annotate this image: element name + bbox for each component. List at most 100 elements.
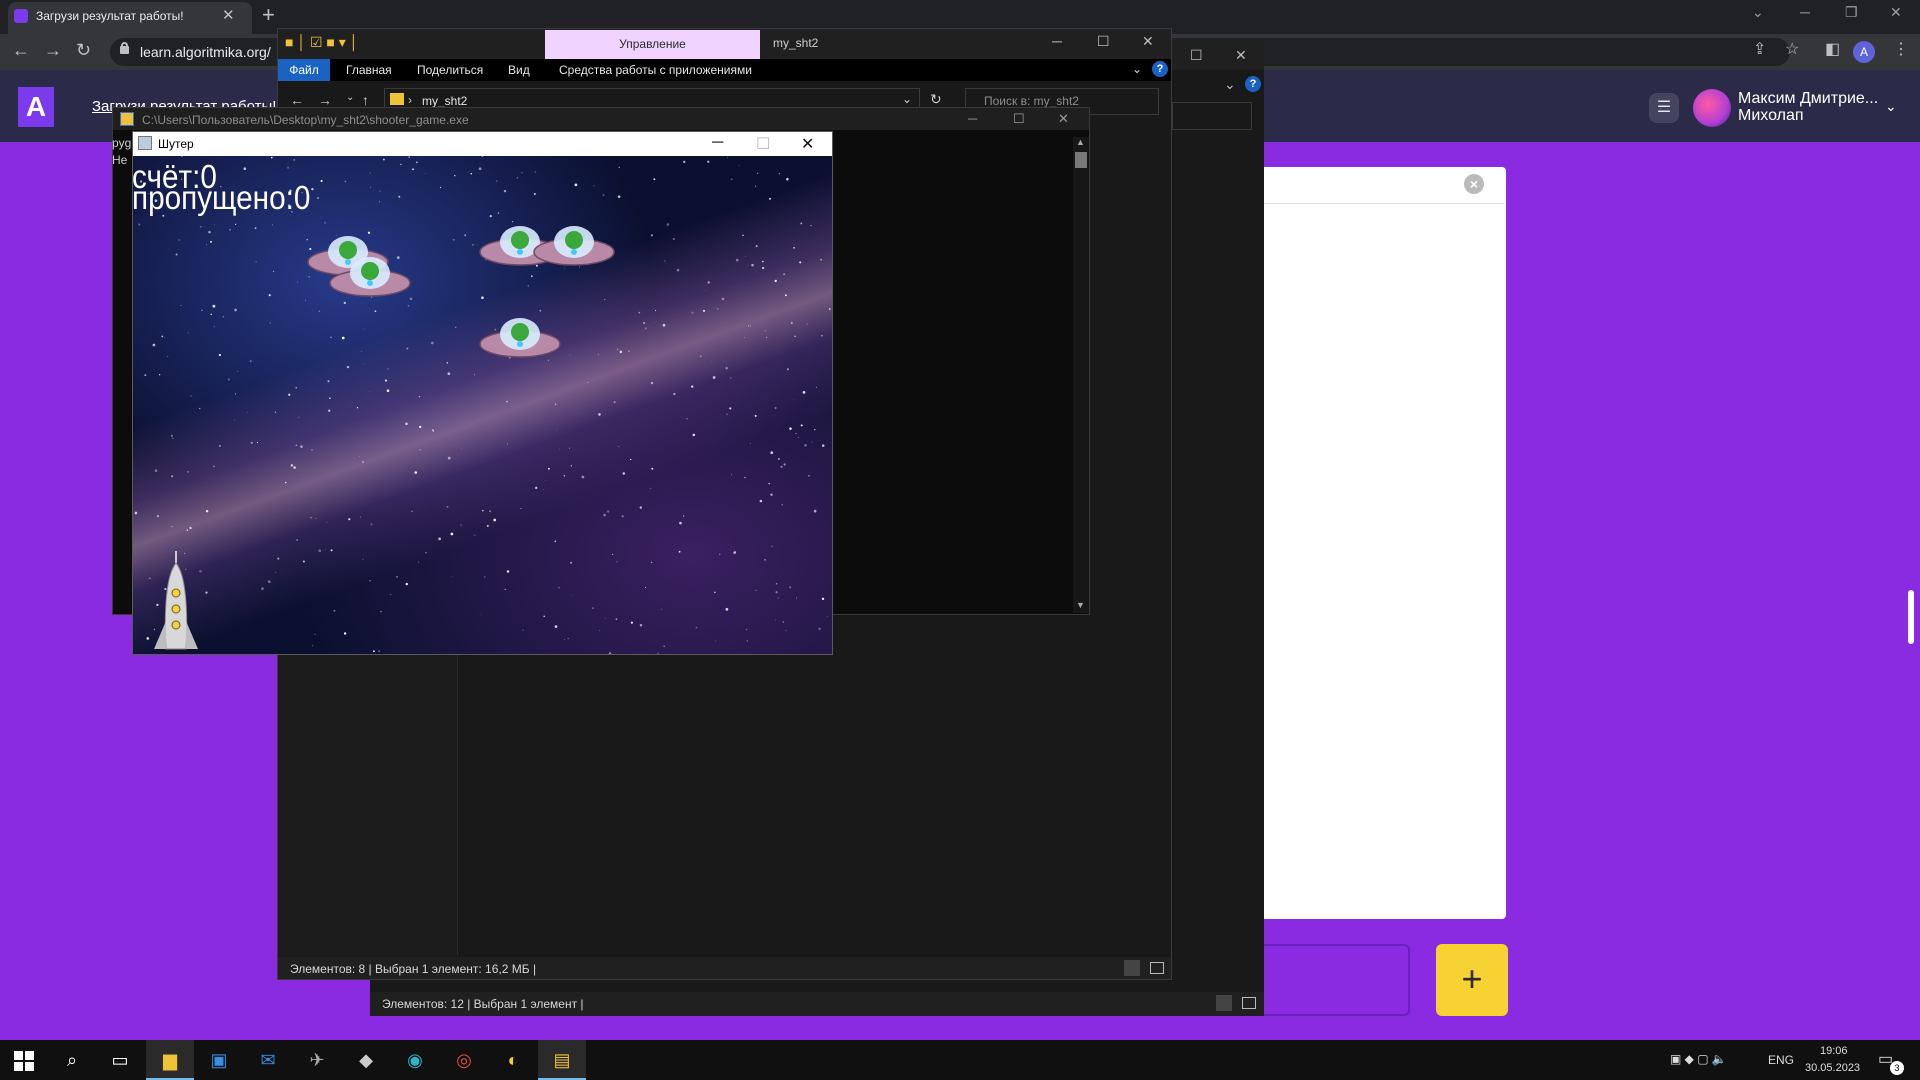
game-minimize-button[interactable]: ─ — [712, 134, 723, 152]
notification-count: 3 — [1890, 1061, 1904, 1075]
scroll-up-icon[interactable]: ▲ — [1076, 137, 1085, 147]
forward-arrow-icon[interactable]: → — [318, 92, 332, 108]
help-icon[interactable]: ? — [1152, 61, 1168, 77]
app-icon[interactable]: ◐ — [489, 1040, 537, 1080]
chevron-down-icon[interactable]: ⌄ — [1132, 62, 1142, 76]
avatar[interactable] — [1693, 89, 1731, 127]
close-icon[interactable]: × — [1464, 174, 1484, 194]
game-canvas[interactable] — [133, 156, 832, 654]
chevron-down-icon[interactable]: ⌄ — [1224, 76, 1236, 93]
user-last-name[interactable]: Михолап — [1738, 107, 1804, 125]
tab-manage[interactable]: Управление — [545, 30, 760, 59]
lock-icon-body — [120, 46, 129, 54]
search-icon[interactable]: ⌕ — [48, 1040, 96, 1080]
new-tab-button[interactable]: + — [262, 4, 275, 26]
refresh-icon[interactable]: ↻ — [930, 91, 942, 108]
console-output-line: pyg — [112, 136, 132, 150]
game-maximize-button: ☐ — [756, 136, 771, 153]
back-button[interactable]: ← — [12, 41, 30, 59]
breadcrumb[interactable]: my_sht2 — [422, 94, 467, 108]
tiles-view-icon[interactable] — [1242, 997, 1256, 1009]
edge-icon[interactable]: ◉ — [391, 1040, 439, 1080]
explorer-back-close-button[interactable]: ✕ — [1235, 47, 1247, 64]
side-panel-icon[interactable]: ◧ — [1825, 42, 1840, 58]
ribbon-tab-share[interactable]: Поделиться — [417, 63, 483, 77]
explorer-status-text: Элементов: 8 | Выбран 1 элемент: 16,2 МБ… — [290, 962, 537, 976]
forward-button[interactable]: → — [44, 41, 62, 59]
share-icon[interactable]: ⇪ — [1753, 42, 1766, 58]
details-view-icon[interactable] — [1124, 960, 1140, 976]
explorer-back-maximize-button[interactable]: ☐ — [1190, 47, 1203, 64]
pygame-icon — [138, 136, 152, 150]
console-scroll-thumb[interactable] — [1075, 152, 1087, 168]
explorer-maximize-button[interactable]: ☐ — [1097, 33, 1110, 50]
recent-locations-icon[interactable]: ⌄ — [346, 92, 354, 103]
game-sprites — [154, 226, 615, 650]
ribbon-tab-file[interactable]: Файл — [278, 59, 330, 81]
folder-icon — [390, 93, 404, 105]
task-view-icon[interactable]: ▭ — [96, 1040, 144, 1080]
browser-close-button[interactable]: ✕ — [1890, 4, 1902, 21]
search-placeholder: Поиск в: my_sht2 — [984, 94, 1079, 108]
explorer-back-search[interactable] — [1172, 102, 1252, 130]
game-title: Шутер — [158, 137, 194, 151]
navigation-pane[interactable] — [278, 620, 458, 955]
breadcrumb-chevron-icon: › — [408, 93, 412, 107]
console-scrollbar[interactable] — [1073, 137, 1089, 613]
add-button[interactable]: + — [1436, 944, 1508, 1016]
python-icon — [120, 112, 134, 126]
reload-button[interactable]: ↻ — [76, 41, 91, 59]
tiles-view-icon[interactable] — [1150, 962, 1164, 974]
up-arrow-icon[interactable]: ↑ — [362, 92, 369, 108]
game-titlebar[interactable] — [133, 132, 832, 156]
mail-icon[interactable]: ✉ — [244, 1040, 292, 1080]
python-icon[interactable]: ▤ — [538, 1040, 586, 1080]
card-divider — [1264, 203, 1504, 204]
file-explorer-icon[interactable]: ▆ — [146, 1040, 194, 1080]
chevron-down-icon[interactable]: ⌄ — [1885, 98, 1897, 115]
bookmark-star-icon[interactable]: ☆ — [1785, 42, 1799, 58]
profile-avatar[interactable]: A — [1853, 41, 1875, 63]
start-button[interactable] — [14, 1051, 34, 1074]
windows-logo-icon — [14, 1051, 34, 1071]
site-logo[interactable]: A — [18, 87, 54, 127]
menu-kebab-icon[interactable]: ⋮ — [1893, 42, 1909, 58]
tab-title: Загрузи результат работы! — [36, 9, 184, 23]
page-scrollbar[interactable] — [1908, 590, 1914, 644]
ribbon-tab-app-tools[interactable]: Средства работы с приложениями — [559, 63, 752, 77]
ribbon-tab-view[interactable]: Вид — [508, 63, 530, 77]
browser-minimize-button[interactable]: ─ — [1800, 4, 1810, 20]
scroll-down-icon[interactable]: ▼ — [1076, 600, 1085, 610]
ufo-enemy — [479, 318, 561, 358]
console-minimize-button[interactable]: ─ — [968, 111, 977, 126]
chrome-icon[interactable]: ◎ — [440, 1040, 488, 1080]
details-view-icon[interactable] — [1216, 995, 1232, 1011]
app-icon[interactable]: ✈ — [293, 1040, 341, 1080]
tab-favicon-icon — [14, 9, 28, 23]
clock-time[interactable]: 19:06 — [1820, 1045, 1848, 1057]
back-arrow-icon[interactable]: ← — [290, 92, 304, 108]
console-maximize-button[interactable]: ☐ — [1013, 111, 1025, 127]
system-tray-icons[interactable]: ▣ ◆ ▢ 🔈 — [1670, 1052, 1727, 1066]
ufo-enemy — [533, 226, 615, 266]
chat-icon[interactable]: ☰ — [1649, 93, 1679, 123]
console-close-button[interactable]: ✕ — [1058, 111, 1069, 127]
missed-label: пропущено:0 — [132, 179, 311, 216]
address-dropdown-icon[interactable]: ⌄ — [902, 92, 912, 106]
tab-search-icon[interactable]: ⌄ — [1752, 4, 1764, 21]
clock-date[interactable]: 30.05.2023 — [1805, 1062, 1860, 1074]
store-icon[interactable]: ▣ — [195, 1040, 243, 1080]
browser-restore-button[interactable]: ❐ — [1845, 4, 1858, 21]
explorer-close-button[interactable]: ✕ — [1142, 33, 1154, 50]
game-close-button[interactable]: ✕ — [801, 134, 814, 154]
tab-close-icon[interactable]: ✕ — [222, 6, 235, 24]
console-output-line: He — [112, 153, 128, 167]
help-icon[interactable]: ? — [1245, 76, 1261, 92]
language-indicator[interactable]: ENG — [1768, 1053, 1794, 1067]
url-text[interactable]: learn.algoritmika.org/ — [140, 44, 271, 60]
explorer-minimize-button[interactable]: ─ — [1052, 33, 1062, 49]
ribbon-tab-home[interactable]: Главная — [346, 63, 392, 77]
quick-access-toolbar-icon[interactable]: ■ │ ☑ ■ ▾ │ — [285, 34, 358, 51]
app-icon[interactable]: ◆ — [342, 1040, 390, 1080]
user-first-name[interactable]: Максим Дмитрие... — [1738, 90, 1878, 108]
